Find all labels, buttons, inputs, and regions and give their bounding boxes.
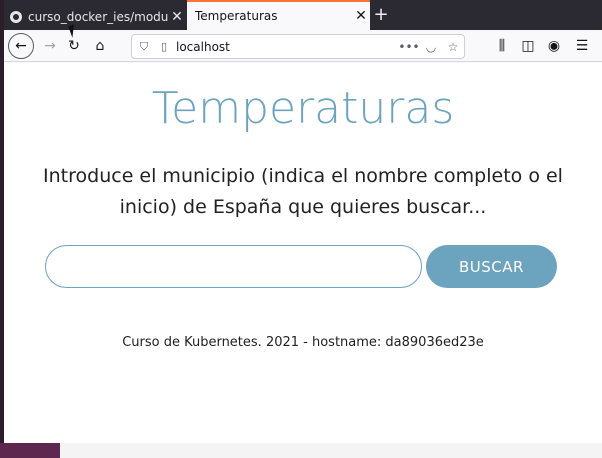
arrow-right-icon: → xyxy=(44,38,56,54)
browser-window: curso_docker_ies/modu ✕ Temperaturas ✕ +… xyxy=(4,0,602,458)
page-title: Temperaturas xyxy=(151,83,455,134)
close-tab-icon[interactable]: ✕ xyxy=(352,8,370,24)
shield-icon[interactable]: ⛉ xyxy=(136,40,152,54)
search-button[interactable]: BUSCAR xyxy=(426,245,557,288)
sidebar-button[interactable]: ◫ xyxy=(516,34,540,58)
tab-label: Temperaturas xyxy=(195,9,278,23)
home-icon: ⌂ xyxy=(95,38,105,54)
new-tab-button[interactable]: + xyxy=(369,4,393,28)
municipality-search-input[interactable] xyxy=(45,245,422,288)
more-actions-icon[interactable]: ••• xyxy=(398,40,420,54)
page-info-icon[interactable]: ▯ xyxy=(156,40,172,53)
back-button[interactable]: ← xyxy=(8,33,34,59)
reload-icon: ↻ xyxy=(68,38,80,54)
tab-strip: curso_docker_ies/modu ✕ Temperaturas ✕ + xyxy=(4,0,602,32)
url-text[interactable]: localhost xyxy=(176,40,398,54)
footer-text: Curso de Kubernetes. 2021 - hostname: da… xyxy=(122,335,484,350)
home-button[interactable]: ⌂ xyxy=(88,34,112,58)
tab-temperaturas[interactable]: Temperaturas ✕ xyxy=(187,0,370,30)
library-button[interactable]: ⫼ xyxy=(490,34,514,58)
forward-button[interactable]: → xyxy=(38,34,62,58)
address-bar[interactable]: ⛉ ▯ localhost ••• ◡ ☆ xyxy=(131,34,465,59)
reload-button[interactable]: ↻ xyxy=(62,34,86,58)
library-icon: ⫼ xyxy=(498,38,506,54)
tab-label: curso_docker_ies/modu xyxy=(28,9,168,24)
bookmark-star-icon[interactable]: ☆ xyxy=(442,40,464,54)
tab-curso-docker[interactable]: curso_docker_ies/modu ✕ xyxy=(4,3,186,30)
pocket-icon[interactable]: ◡ xyxy=(420,40,442,54)
close-tab-icon[interactable]: ✕ xyxy=(168,9,186,25)
navigation-toolbar: ← → ↻ ⌂ ⛉ ▯ localhost ••• ◡ ☆ ⫼ ◫ ◉ ☰ xyxy=(4,30,602,62)
account-button[interactable]: ◉ xyxy=(542,34,566,58)
instructions-text: Introduce el municipio (indica el nombre… xyxy=(43,165,563,218)
hamburger-menu-icon: ☰ xyxy=(575,38,589,54)
sidebar-icon: ◫ xyxy=(521,38,535,54)
github-icon xyxy=(10,10,22,23)
arrow-left-icon: ← xyxy=(15,38,27,54)
page-content: Temperaturas Introduce el municipio (ind… xyxy=(4,63,602,443)
bottom-edge xyxy=(4,443,602,458)
account-icon: ◉ xyxy=(547,38,561,54)
dock-tile xyxy=(0,443,60,458)
menu-button[interactable]: ☰ xyxy=(570,34,594,58)
